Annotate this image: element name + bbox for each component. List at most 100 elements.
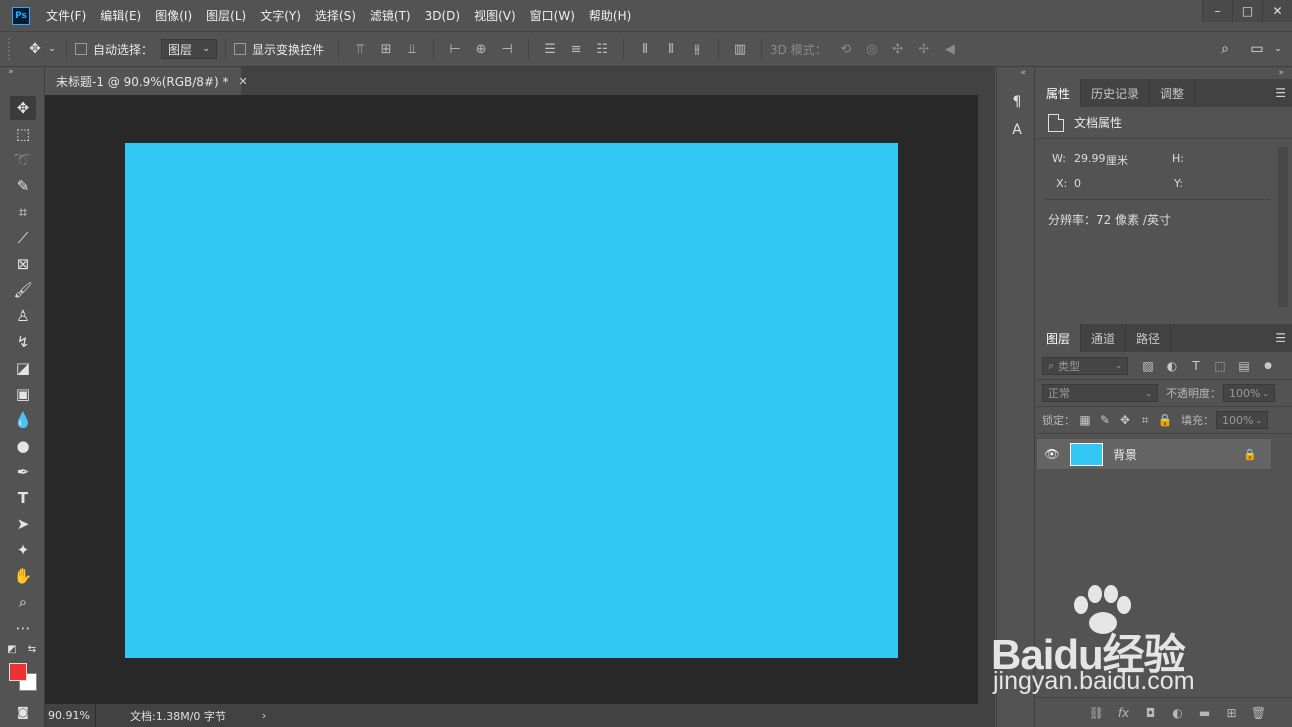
chevron-right-icon[interactable]: › [262,709,266,722]
minimize-button[interactable]: – [1202,0,1232,22]
path-select-tool-icon[interactable]: ➤ [10,512,36,536]
menu-3d[interactable]: 3D(D) [425,9,460,23]
menu-image[interactable]: 图像(I) [155,7,192,24]
link-layers-icon[interactable]: ⛓ [1083,706,1110,720]
align-hcenter-icon[interactable]: ⊕ [468,42,494,57]
eye-icon[interactable]: 👁 [1037,447,1067,461]
3d-rotate-icon[interactable]: ⟲ [833,42,859,57]
auto-select-target-dropdown[interactable]: 图层 ⌄ [161,39,218,59]
dodge-tool-icon[interactable]: ● [10,434,36,458]
quick-select-tool-icon[interactable]: ✎ [10,174,36,198]
align-bottom-icon[interactable]: ⫫ [399,42,425,57]
new-layer-icon[interactable]: ⊞ [1218,706,1245,720]
blur-tool-icon[interactable]: 💧 [10,408,36,432]
chevron-down-icon[interactable]: ⌄ [46,44,58,54]
layer-item[interactable]: 👁 背景 🔒 [1036,438,1272,470]
width-value[interactable]: 29.99 [1074,152,1106,165]
filter-adjustment-icon[interactable]: ◐ [1160,359,1184,373]
tab-adjustments[interactable]: 调整 [1150,79,1196,107]
search-icon[interactable]: ⌕ [1214,41,1236,57]
lock-image-icon[interactable]: ✎ [1095,413,1115,427]
shape-tool-icon[interactable]: ✦ [10,538,36,562]
lasso-tool-icon[interactable]: ➰ [10,148,36,172]
collapse-dock-icon[interactable]: « [997,67,1034,79]
opacity-field[interactable]: 100% ⌄ [1223,384,1275,402]
menu-filter[interactable]: 滤镜(T) [370,7,411,24]
tab-properties[interactable]: 属性 [1036,79,1082,107]
filter-toggle-icon[interactable]: ● [1256,361,1280,371]
tab-history[interactable]: 历史记录 [1081,79,1151,107]
close-button[interactable]: ✕ [1262,0,1292,22]
align-vcenter-icon[interactable]: ⊞ [373,42,399,57]
tab-paths[interactable]: 路径 [1126,324,1172,352]
panel-menu-icon[interactable]: ☰ [1275,86,1286,100]
distribute-right-icon[interactable]: ⫵ [684,42,710,57]
crop-tool-icon[interactable]: ⌗ [10,200,36,224]
layer-filter-dropdown[interactable]: ⌕ 类型 ⌄ [1042,356,1128,375]
default-colors-icon[interactable]: ◩ [4,641,20,657]
menu-view[interactable]: 视图(V) [474,7,516,24]
show-transform-checkbox[interactable] [234,43,247,55]
character-panel-icon[interactable]: A [1006,119,1028,141]
3d-slide-icon[interactable]: ✢ [911,42,937,57]
align-right-icon[interactable]: ⊣ [494,42,520,57]
lock-artboard-icon[interactable]: ⌗ [1135,413,1155,428]
menu-edit[interactable]: 编辑(E) [100,7,141,24]
tab-channels[interactable]: 通道 [1081,324,1127,352]
filter-type-icon[interactable]: T [1184,359,1208,373]
auto-align-icon[interactable]: ▥ [727,42,753,57]
quick-mask-icon[interactable]: ◙ [10,700,36,724]
3d-roll-icon[interactable]: ◎ [859,42,885,57]
layer-name[interactable]: 背景 [1113,446,1243,463]
chevron-down-icon[interactable]: ⌄ [1272,44,1284,54]
eyedropper-tool-icon[interactable]: ⟋ [10,226,36,250]
adjustment-layer-icon[interactable]: ◐ [1164,706,1191,720]
auto-select-checkbox[interactable] [75,43,87,55]
menu-layer[interactable]: 图层(L) [206,7,246,24]
history-brush-tool-icon[interactable]: ↯ [10,330,36,354]
foreground-color-swatch[interactable] [9,663,27,681]
x-value[interactable]: 0 [1074,177,1081,190]
more-tools-icon[interactable]: ⋯ [10,616,36,640]
filter-pixel-icon[interactable]: ▨ [1136,359,1160,373]
paragraph-panel-icon[interactable]: ¶ [1006,91,1028,113]
filter-shape-icon[interactable]: ⬚ [1208,359,1232,373]
align-top-icon[interactable]: ⫪ [347,42,373,57]
add-mask-icon[interactable]: ◘ [1137,706,1164,720]
collapse-panels-icon[interactable]: » [1036,67,1292,79]
swap-colors-icon[interactable]: ⇆ [24,641,40,657]
close-icon[interactable]: ✕ [239,75,248,88]
lock-transparent-icon[interactable]: ▦ [1075,413,1095,427]
tab-layers[interactable]: 图层 [1036,324,1082,352]
document-tab[interactable]: 未标题-1 @ 90.9%(RGB/8#) * ✕ [45,67,248,95]
canvas[interactable] [125,143,898,658]
distribute-bottom-icon[interactable]: ☷ [589,42,615,57]
blend-mode-dropdown[interactable]: 正常 ⌄ [1042,384,1158,402]
3d-scale-icon[interactable]: ◀ [937,42,963,57]
stamp-tool-icon[interactable]: ♙ [10,304,36,328]
vertical-scrollbar[interactable] [978,95,995,707]
brush-tool-icon[interactable]: 🖌 [10,278,36,302]
marquee-tool-icon[interactable]: ⬚ [10,122,36,146]
delete-layer-icon[interactable]: 🗑 [1245,706,1272,720]
zoom-level[interactable]: 90.91% [45,709,95,722]
properties-scrollbar[interactable] [1278,147,1288,307]
distribute-hcenter-icon[interactable]: ⦀ [658,42,684,57]
pen-tool-icon[interactable]: ✒ [10,460,36,484]
distribute-left-icon[interactable]: ⫴ [632,42,658,57]
menu-type[interactable]: 文字(Y) [260,7,301,24]
collapse-toolbar-icon[interactable]: » [0,67,44,81]
menu-file[interactable]: 文件(F) [46,7,86,24]
distribute-top-icon[interactable]: ☰ [537,42,563,57]
menu-select[interactable]: 选择(S) [315,7,356,24]
filter-smart-object-icon[interactable]: ▤ [1232,359,1256,373]
zoom-tool-icon[interactable]: ⌕ [10,590,36,614]
type-tool-icon[interactable]: T [10,486,36,510]
align-left-icon[interactable]: ⊢ [442,42,468,57]
new-group-icon[interactable]: ▬ [1191,706,1218,720]
workspace-icon[interactable]: ▭ [1246,41,1268,57]
move-tool-preset-icon[interactable]: ✥ [24,41,46,57]
lock-all-icon[interactable]: 🔒 [1155,413,1175,427]
fill-field[interactable]: 100% ⌄ [1216,411,1268,429]
distribute-vcenter-icon[interactable]: ≡ [563,42,589,57]
